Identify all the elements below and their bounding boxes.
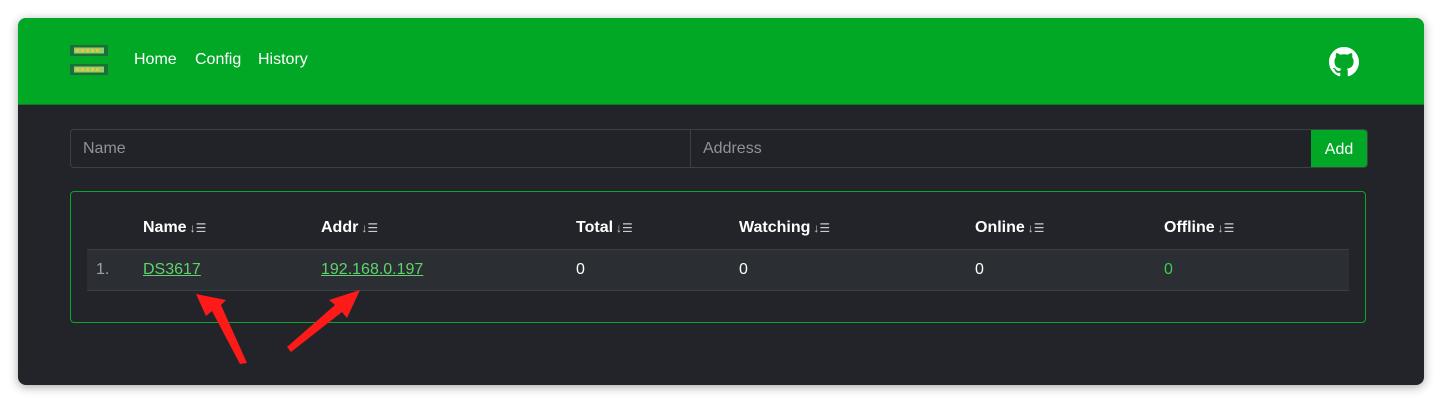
- devices-table-card: Name ↓☰ Addr ↓☰ Total ↓☰ Watching ↓☰ Online ↓…: [70, 191, 1366, 323]
- sort-icon: ↓☰: [813, 221, 831, 235]
- memory-module-icon[interactable]: [70, 44, 108, 76]
- column-header-online[interactable]: Online ↓☰: [975, 218, 1045, 238]
- device-addr-link[interactable]: 192.168.0.197: [321, 260, 423, 280]
- sort-icon: ↓☰: [361, 221, 379, 235]
- sort-icon: ↓☰: [1027, 221, 1045, 235]
- add-device-form: Add: [70, 129, 1368, 168]
- navbar: Home Config History: [18, 18, 1424, 105]
- column-header-watching[interactable]: Watching ↓☰: [739, 218, 830, 238]
- sort-icon: ↓☰: [189, 221, 207, 235]
- nav-history[interactable]: History: [258, 50, 308, 70]
- column-header-offline[interactable]: Offline ↓☰: [1164, 218, 1234, 238]
- sort-icon: ↓☰: [1217, 221, 1235, 235]
- sort-icon: ↓☰: [616, 221, 633, 235]
- offline-count: 0: [1164, 261, 1173, 278]
- row-index: 1.: [96, 261, 110, 278]
- column-header-name[interactable]: Name ↓☰: [143, 218, 206, 238]
- column-header-total[interactable]: Total ↓☰: [576, 218, 633, 238]
- app-window: Home Config History Add Name↓☰ Addr↓☰ To…: [18, 18, 1424, 385]
- total-count: 0: [576, 261, 585, 278]
- online-count: 0: [975, 261, 984, 278]
- watching-count: 0: [739, 261, 748, 278]
- column-header-addr[interactable]: Addr ↓☰: [321, 218, 378, 238]
- github-icon[interactable]: [1329, 47, 1359, 77]
- nav-config[interactable]: Config: [195, 50, 241, 70]
- nav-home[interactable]: Home: [134, 50, 177, 70]
- address-input[interactable]: [691, 130, 1311, 167]
- table-row: 1. DS3617 192.168.0.197 0 0 0 0: [87, 249, 1349, 291]
- name-input[interactable]: [71, 130, 691, 167]
- add-button[interactable]: Add: [1311, 130, 1367, 167]
- device-name-link[interactable]: DS3617: [143, 260, 201, 280]
